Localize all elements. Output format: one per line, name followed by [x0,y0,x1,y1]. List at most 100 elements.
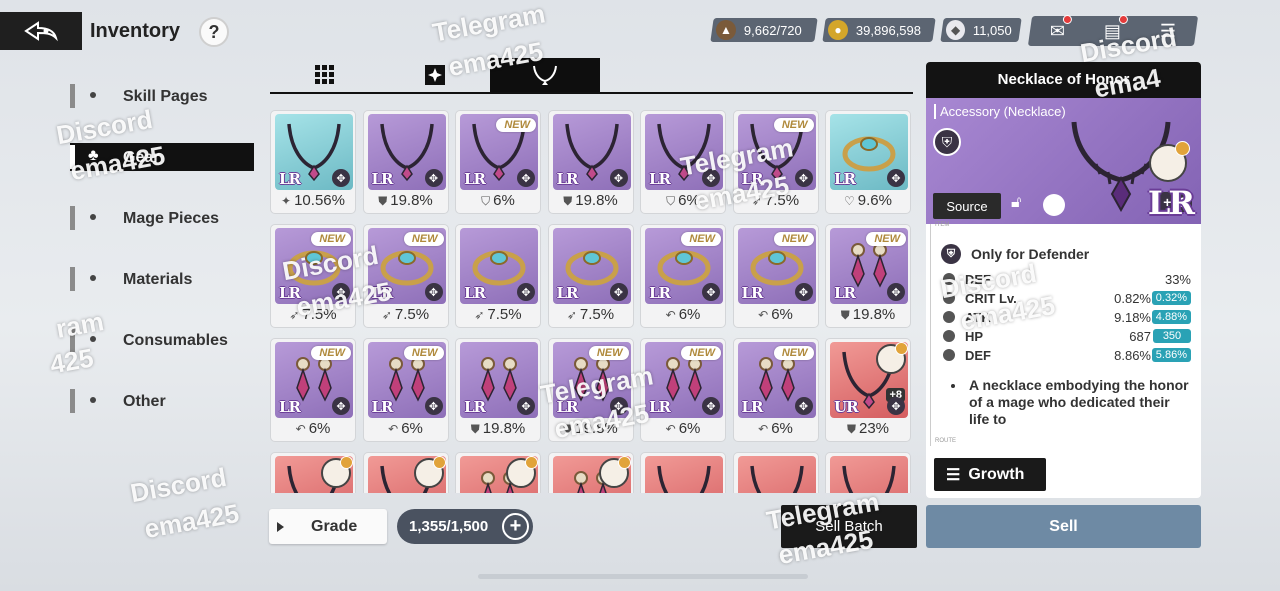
class-icon: ✥ [332,283,350,301]
gear-item-ring[interactable]: LR ✥ ➶ 7.5% [455,224,541,328]
sidebar-item-mage-pieces[interactable]: Mage Pieces [70,204,260,232]
gear-item-earring[interactable]: LR NEW ✥ ↶ 6% [362,338,449,442]
source-button[interactable]: Source [933,193,1001,219]
stat-type-icon: ⛊ [846,422,856,436]
tab-all[interactable] [270,58,380,92]
stamina-counter[interactable]: ▲ 9,662/720 [710,18,818,42]
gear-thumbnail: LR ✥ [275,114,353,190]
gear-stat: ➶ 7.5% [271,306,355,323]
gear-item-necklace[interactable]: ✥ [825,452,911,493]
gear-item-necklace[interactable]: LR ✥ ⛊ 19.8% [362,110,449,214]
gear-item-necklace[interactable]: ✥ [732,452,819,493]
lock-icon[interactable]: 🔓︎ [1011,194,1021,212]
gear-item-earring[interactable]: +8✥ [455,452,541,493]
menu-icon[interactable]: ☰ [1160,21,1176,42]
gear-item-necklace[interactable]: LR ✥ ✦ 10.56% [270,110,356,214]
chat-icon[interactable]: ▤ [1104,14,1128,42]
gear-item-necklace[interactable]: +8✥ [640,452,726,493]
class-icon: ✥ [887,397,905,415]
gear-stat: ⛊ 19.8% [826,306,910,323]
grade-badge: LR [279,398,301,416]
new-badge: NEW [681,346,721,360]
necklace-slot-icon [533,65,557,85]
gear-thumbnail: LR ✥ [460,228,538,304]
growth-button[interactable]: ☰ Growth [934,458,1046,491]
stat-value: 19.8% [390,192,433,209]
gear-item-ring[interactable]: LR NEW ✥ ↶ 6% [640,224,726,328]
gear-item-earring[interactable]: LR ✥ ⛊ 19.8% [455,338,541,442]
gear-item-ring[interactable]: LR ✥ ➶ 7.5% [547,224,634,328]
stat-value: 8.86% [1114,348,1151,363]
gear-item-ring[interactable]: LR NEW ✥ ➶ 7.5% [270,224,356,328]
gear-item-necklace[interactable]: LR ✥ ⛉ 6% [640,110,726,214]
gear-item-ring[interactable]: LR NEW ✥ ➶ 7.5% [362,224,449,328]
item-stats[interactable]: ITEM ⛨ Only for Defender DEF 33% CRIT Lv… [930,222,1201,446]
gear-item-necklace[interactable]: +8✥ [270,452,356,493]
grade-badge: LR [834,170,856,188]
gear-item-necklace[interactable]: +8✥ [362,452,449,493]
stat-value: 6% [771,420,793,437]
gear-item-ring[interactable]: LR NEW ✥ ↶ 6% [732,224,819,328]
back-button[interactable] [0,12,82,50]
mana-value: 11,050 [973,22,1012,38]
stat-type-icon: ➶ [474,308,485,322]
watermark-text: Discord [128,461,229,509]
gear-item-earring[interactable]: +8✥ [547,452,634,493]
gear-item-necklace[interactable]: UR +8 ✥ ⛊ 23% [825,338,911,442]
grade-badge: LR [741,284,764,302]
gear-stat: ⛊ 19.8% [364,192,448,209]
sidebar-item-other[interactable]: Other [70,387,260,415]
equipped-character-avatar [413,456,446,488]
class-restriction: ⛨ Only for Defender [941,244,1191,264]
gear-stat: ➶ 7.5% [364,306,448,323]
grade-badge: LR [649,398,671,416]
new-badge: NEW [403,346,444,360]
gear-item-earring[interactable]: LR NEW ✥ ↶ 6% [270,338,356,442]
gear-item-necklace[interactable]: LR NEW ✥ ➶ 7.5% [732,110,819,214]
toggle-icon[interactable] [1043,194,1065,216]
tab-weapon[interactable] [380,58,490,92]
capacity-value: 1,355/1,500 [409,518,489,535]
gear-item-earring[interactable]: LR NEW ✥ ⛊ 19.8% [547,338,634,442]
sidebar-item-materials[interactable]: Materials [70,265,260,293]
gear-stat: ✦ 10.56% [271,192,355,209]
gear-item-necklace[interactable]: LR NEW ✥ ⛉ 6% [455,110,541,214]
new-badge: NEW [496,118,536,132]
sub-stat-row: ATK 9.18% 4.88% [941,308,1191,327]
class-icon: ✥ [517,397,535,415]
stat-type-icon: ➶ [566,308,577,322]
grade-badge: LR [371,170,394,188]
gear-stat: ➶ 7.5% [734,192,818,209]
stat-bonus: 350 [1153,329,1191,343]
sidebar-item-consumables[interactable]: Consumables [70,326,260,354]
sell-button[interactable]: Sell [926,505,1201,548]
crit-stat-icon [943,292,955,304]
gear-item-ring[interactable]: LR ✥ ♡ 9.6% [825,110,911,214]
back-arrow-icon [24,21,58,42]
tab-necklace[interactable] [490,58,600,92]
sidebar-item-gear[interactable]: ♣ Gear [70,143,254,171]
gear-stat: ⛉ 6% [456,192,540,209]
defender-class-icon: ⛨ [933,128,961,156]
item-detail-panel: Necklace of Honor Accessory (Necklace) ⛨… [926,62,1201,498]
gold-counter[interactable]: ● 39,896,598 [822,18,936,42]
sidebar-item-skill-pages[interactable]: Skill Pages [70,82,260,110]
mail-icon[interactable]: ✉ [1050,14,1072,42]
sidebar-item-label: Other [123,393,166,410]
help-button[interactable]: ? [199,17,229,47]
gear-item-earring[interactable]: LR NEW ✥ ↶ 6% [732,338,819,442]
gear-grid-viewport[interactable]: LR ✥ ✦ 10.56% LR ✥ ⛊ 19.8% LR NEW ✥ ⛉ 6% LR ✥ ⛊ 19.8% LR ✥… [270,100,915,493]
mana-counter[interactable]: ◆ 11,050 [940,18,1022,42]
grade-badge: LR [556,170,579,188]
new-badge: NEW [403,232,444,246]
gear-item-earring[interactable]: LR NEW ✥ ⛊ 19.8% [825,224,911,328]
grade-badge: LR [834,284,856,302]
gear-stat: ⛊ 23% [826,420,910,437]
gear-stat: ↶ 6% [641,420,725,437]
gear-item-necklace[interactable]: LR ✥ ⛊ 19.8% [547,110,634,214]
grade-badge: LR [279,170,301,188]
expand-capacity-icon[interactable]: + [502,513,529,540]
sell-batch-button[interactable]: Sell Batch [781,505,917,548]
gear-item-earring[interactable]: LR NEW ✥ ↶ 6% [640,338,726,442]
grade-sort-button[interactable]: Grade [269,509,387,544]
